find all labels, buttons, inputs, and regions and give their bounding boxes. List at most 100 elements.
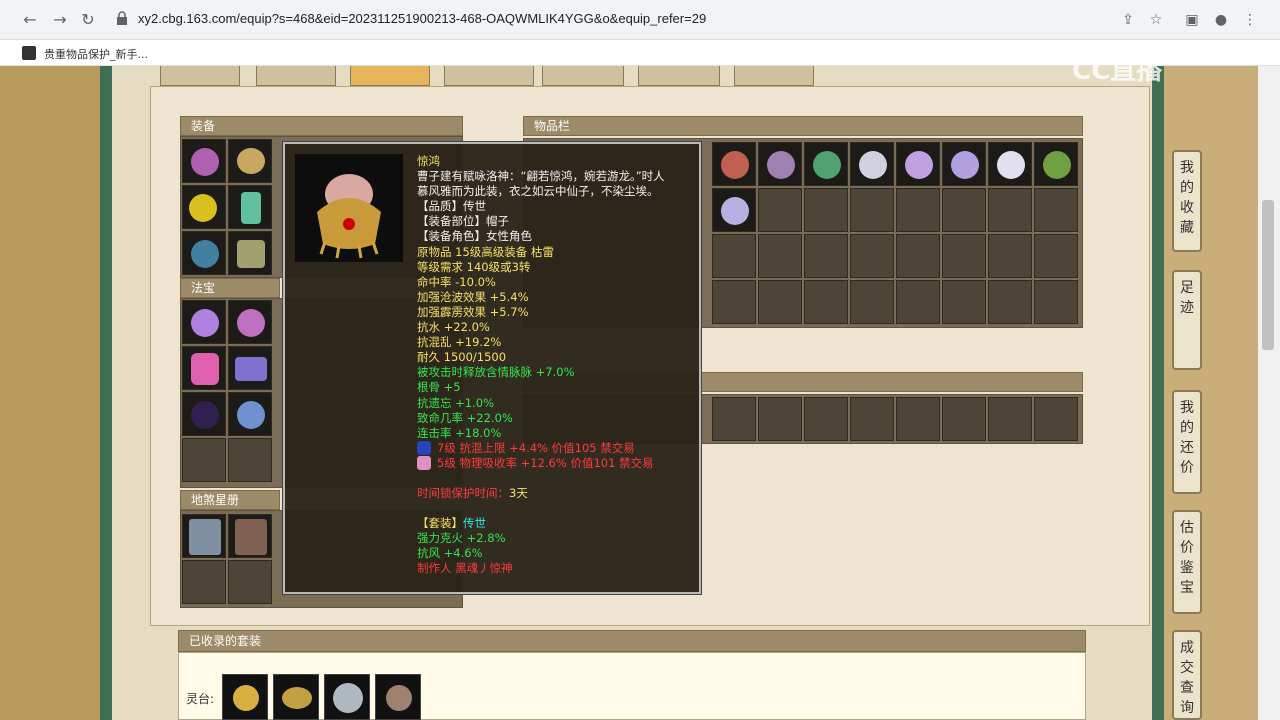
suit-item[interactable] [222,674,268,720]
equip-slot[interactable] [228,231,272,275]
inventory-item[interactable] [896,142,940,186]
inventory-slot-empty [896,397,940,441]
inventory-item[interactable] [988,142,1032,186]
inventory-slot-empty [942,397,986,441]
menu-icon[interactable]: ⋮ [1240,10,1260,30]
item-icon [859,151,887,179]
inventory-slot-empty [758,397,802,441]
item-stat: 抗混乱 +19.2% [417,335,502,350]
inventory-slot-empty [804,397,848,441]
suit-item[interactable] [375,674,421,720]
inventory-slot-empty [712,280,756,324]
item-role: 【装备角色】女性角色 [417,229,532,244]
item-desc: 曹子建有赋咏洛神：“翩若惊鸿，婉若游龙。”时人 [417,169,665,184]
share-icon[interactable]: ⇪ [1118,10,1138,30]
inventory-slot-empty [712,234,756,278]
tab-4[interactable] [444,66,534,86]
item-icon [951,151,979,179]
item-icon [767,151,795,179]
item-bonus: 被攻击时释放含情脉脉 +7.0% [417,365,575,380]
suit-item[interactable] [324,674,370,720]
dishen-title: 地煞星册 [180,490,280,510]
dishen-slot-empty [182,560,226,604]
inventory-item[interactable] [1034,142,1078,186]
equip-slot[interactable] [228,139,272,183]
equip-slot[interactable] [182,139,226,183]
gem-icon [417,441,431,456]
inventory-item[interactable] [758,142,802,186]
item-icon [1043,151,1071,179]
fabao-slot[interactable] [182,346,226,390]
inventory-slot-empty [1034,234,1078,278]
suit-item[interactable] [273,674,319,720]
item-requirement: 等级需求 140级或3转 [417,259,531,274]
inventory-slot-empty [804,234,848,278]
crown-icon [317,174,381,259]
fabao-slot[interactable] [182,392,226,436]
equip-slot[interactable] [182,231,226,275]
inventory-slot-empty [1034,188,1078,232]
fabao-slot[interactable] [228,300,272,344]
inventory-slot-empty [1034,280,1078,324]
inventory-slot-empty [758,188,802,232]
page-scrollbar[interactable] [1258,66,1280,720]
left-decoration [0,66,100,720]
inventory-slot-empty [804,280,848,324]
reload-icon[interactable]: ↻ [76,8,100,32]
equip-title: 装备 [180,116,463,136]
item-bonus: 抗遗忘 +1.0% [417,395,495,410]
item-bonus: 根骨 +5 [417,380,461,395]
side-button-appraise[interactable]: 估价鉴宝 [1172,510,1202,614]
item-icon [813,151,841,179]
tab-3[interactable] [350,66,430,86]
inventory-slot-empty [804,188,848,232]
side-button-favorites[interactable]: 我的收藏 [1172,150,1202,252]
inventory-item[interactable] [712,188,756,232]
item-icon [905,151,933,179]
scrollbar-thumb[interactable] [1262,200,1274,350]
tab-5[interactable] [542,66,624,86]
dishen-card[interactable] [228,514,272,558]
fabao-slot[interactable] [182,300,226,344]
inventory-slot-empty [850,397,894,441]
dishen-card[interactable] [182,514,226,558]
item-maker: 制作人 黑魂丿惊神 [417,561,513,576]
item-durability: 耐久 1500/1500 [417,350,507,365]
item-stat: 命中率 -10.0% [417,274,496,289]
tab-6[interactable] [638,66,720,86]
item-protect: 时间锁保护时间：3天 [417,485,528,500]
item-icon [997,151,1025,179]
left-border [100,66,112,720]
star-icon[interactable]: ☆ [1146,10,1166,30]
inventory-slot-empty [712,397,756,441]
inventory-title: 物品栏 [523,116,1083,136]
side-button-footprint[interactable]: 足迹 [1172,270,1202,370]
fabao-slot[interactable] [228,346,272,390]
inventory-item[interactable] [804,142,848,186]
lock-icon [117,11,127,25]
inventory-item[interactable] [850,142,894,186]
side-button-deals[interactable]: 成交查询 [1172,630,1202,720]
equip-slot[interactable] [228,185,272,229]
item-tooltip: 惊鸿 曹子建有赋咏洛神：“翩若惊鸿，婉若游龙。”时人 慕风雅而为此装，衣之如云中… [283,142,701,594]
fabao-slot[interactable] [228,392,272,436]
inventory-item[interactable] [712,142,756,186]
inventory-item[interactable] [942,142,986,186]
profile-icon[interactable]: ● [1211,10,1231,30]
forward-icon[interactable]: → [48,8,72,32]
right-border [1152,66,1164,720]
back-icon[interactable]: ← [18,8,42,32]
sidebar-icon[interactable]: ▣ [1182,10,1202,30]
tab-7[interactable] [734,66,814,86]
equip-slot[interactable] [182,185,226,229]
gem-icon [417,456,431,471]
suit-title: 已收录的套装 [178,630,1086,652]
bookmark-item[interactable]: 贵重物品保护_新手... [44,46,148,62]
inventory-slot-empty [896,188,940,232]
tab-2[interactable] [256,66,336,86]
tab-1[interactable] [160,66,240,86]
inventory-slot-empty [942,234,986,278]
side-button-my-offer[interactable]: 我的还价 [1172,390,1202,494]
item-desc: 慕风雅而为此装，衣之如云中仙子，不染尘埃。 [417,184,659,199]
inventory-slot-empty [988,280,1032,324]
